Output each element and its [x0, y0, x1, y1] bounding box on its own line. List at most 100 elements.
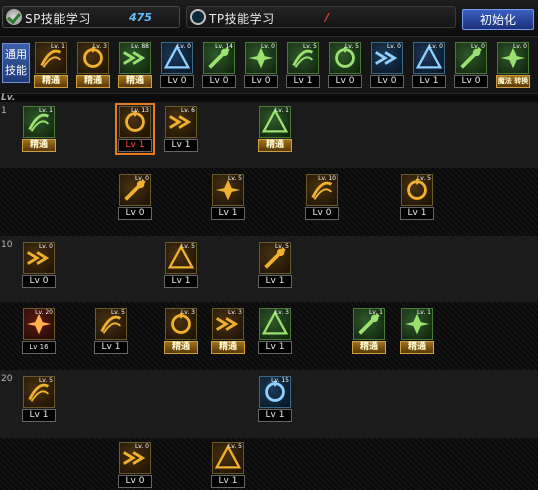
skill-slot-r6-c5[interactable]: Lv. 5 Lv 1 — [211, 442, 245, 488]
common-skills-row: 通用技能 Lv. 1 精通 Lv. 3 精通 Lv. 88 精通 Lv. 0 Lv 0 Lv. … — [0, 36, 538, 94]
skill-icon: Lv. 5 — [259, 242, 291, 274]
skill-slot-r2-c3[interactable]: Lv. 0 Lv 0 — [118, 174, 152, 220]
common-skill-6[interactable]: Lv. 0 Lv 0 — [244, 42, 278, 88]
tp-points-value: / — [325, 11, 330, 24]
skill-slot-r1-c3[interactable]: Lv. 13 Lv 1 — [115, 103, 155, 155]
skill-required-level: Lv. 3 — [92, 43, 107, 50]
skill-slot-r4-c9[interactable]: Lv. 1 精通 — [400, 308, 434, 354]
skill-required-level: Lv. 88 — [131, 43, 149, 50]
tab-sp-label: SP技能学习 — [25, 12, 91, 26]
skill-slot-r1-c4[interactable]: Lv. 6 Lv 1 — [164, 106, 198, 152]
skill-level-label: 精通 — [22, 139, 56, 152]
skill-level-label: Lv 1 — [258, 409, 292, 422]
skill-tier-band-6 — [0, 438, 538, 490]
common-skill-2[interactable]: Lv. 3 精通 — [76, 42, 110, 88]
skill-level-label: 精通 — [400, 341, 434, 354]
skill-slot-r3-c6[interactable]: Lv. 5 Lv 1 — [258, 242, 292, 288]
skill-icon: Lv. 0 — [497, 42, 529, 74]
tab-sp-skills[interactable]: SP技能学习 475 — [2, 6, 180, 28]
skill-slot-r4-c4[interactable]: Lv. 3 精通 — [164, 308, 198, 354]
skill-required-level: Lv. 1 — [368, 309, 383, 316]
common-skill-7[interactable]: Lv. 5 Lv 1 — [286, 42, 320, 88]
skill-required-level: Lv. 0 — [260, 43, 275, 50]
skill-required-level: Lv. 0 — [428, 43, 443, 50]
skill-level-label: Lv 0 — [22, 275, 56, 288]
skill-required-level: Lv. 0 — [38, 243, 53, 250]
skill-slot-r3-c1[interactable]: Lv. 0 Lv 0 — [22, 242, 56, 288]
skill-level-label: Lv 1 — [118, 139, 152, 152]
skill-level-label: 精通 — [164, 341, 198, 354]
skill-required-level: Lv. 0 — [512, 43, 527, 50]
skill-required-level: Lv. 0 — [176, 43, 191, 50]
common-skill-1[interactable]: Lv. 1 精通 — [34, 42, 68, 88]
common-skill-4[interactable]: Lv. 0 Lv 0 — [160, 42, 194, 88]
skill-required-level: Lv. 5 — [180, 243, 195, 250]
common-skill-8[interactable]: Lv. 5 Lv 0 — [328, 42, 362, 88]
skill-icon: Lv. 5 — [329, 42, 361, 74]
skill-slot-r2-c7[interactable]: Lv. 10 Lv 0 — [305, 174, 339, 220]
skill-required-level: Lv. 1 — [416, 309, 431, 316]
skill-icon: Lv. 1 — [353, 308, 385, 340]
skill-slot-r5-c1[interactable]: Lv. 5 Lv 1 — [22, 376, 56, 422]
skill-icon: Lv. 5 — [23, 376, 55, 408]
skill-slot-r4-c1[interactable]: Lv. 20 Lv 16 — [22, 308, 56, 354]
skill-level-label: Lv 0 — [118, 475, 152, 488]
skill-icon: Lv. 5 — [401, 174, 433, 206]
skill-slot-r5-c6[interactable]: Lv. 15 Lv 1 — [258, 376, 292, 422]
skill-required-level: Lv. 5 — [38, 377, 53, 384]
skill-level-label: 精通 — [258, 139, 292, 152]
common-skill-10[interactable]: Lv. 0 Lv 1 — [412, 42, 446, 88]
skill-level-label: Lv 0 — [202, 75, 236, 88]
skill-required-level: Lv. 5 — [344, 43, 359, 50]
common-skill-9[interactable]: Lv. 0 Lv 0 — [370, 42, 404, 88]
skill-slot-r2-c9[interactable]: Lv. 5 Lv 1 — [400, 174, 434, 220]
skill-required-level: Lv. 5 — [274, 243, 289, 250]
skill-icon: Lv. 1 — [259, 106, 291, 138]
skill-level-label: Lv 1 — [412, 75, 446, 88]
skill-level-label: 精通 — [76, 75, 110, 88]
skill-required-level: Lv. 0 — [470, 43, 485, 50]
skill-slot-r6-c3[interactable]: Lv. 0 Lv 0 — [118, 442, 152, 488]
skill-icon: Lv. 88 — [119, 42, 151, 74]
skill-icon: Lv. 6 — [165, 106, 197, 138]
skill-slot-r4-c6[interactable]: Lv. 3 Lv 1 — [258, 308, 292, 354]
skill-icon: Lv. 5 — [212, 442, 244, 474]
checkmark-icon — [6, 9, 22, 25]
common-skill-11[interactable]: Lv. 0 Lv 0 — [454, 42, 488, 88]
tier-level-label: 20 — [1, 374, 13, 384]
tab-tp-label: TP技能学习 — [209, 12, 275, 26]
skill-required-level: Lv. 1 — [38, 107, 53, 114]
skill-required-level: Lv. 15 — [271, 377, 289, 384]
skill-required-level: Lv. 0 — [134, 443, 149, 450]
skill-slot-r1-c1[interactable]: Lv. 1 精通 — [22, 106, 56, 152]
skill-icon: Lv. 0 — [119, 442, 151, 474]
skill-level-label: Lv 1 — [211, 207, 245, 220]
skill-required-level: Lv. 10 — [318, 175, 336, 182]
tp-ring-icon — [190, 9, 206, 25]
skill-slot-r1-c6[interactable]: Lv. 1 精通 — [258, 106, 292, 152]
skill-level-label: Lv 0 — [118, 207, 152, 220]
skill-icon: Lv. 3 — [77, 42, 109, 74]
skill-level-label: 精通 — [34, 75, 68, 88]
skill-icon: Lv. 0 — [371, 42, 403, 74]
skill-icon: Lv. 14 — [203, 42, 235, 74]
skill-slot-r3-c4[interactable]: Lv. 5 Lv 1 — [164, 242, 198, 288]
skill-slot-r2-c5[interactable]: Lv. 5 Lv 1 — [211, 174, 245, 220]
skill-level-label: Lv 1 — [94, 341, 128, 354]
skill-required-level: Lv. 5 — [227, 175, 242, 182]
skill-icon: Lv. 3 — [165, 308, 197, 340]
skill-level-label: Lv 0 — [160, 75, 194, 88]
skill-slot-r4-c5[interactable]: Lv. 3 精通 — [211, 308, 245, 354]
skill-required-level: Lv. 13 — [131, 107, 149, 114]
skill-slot-r4-c2[interactable]: Lv. 5 Lv 1 — [94, 308, 128, 354]
tab-tp-skills[interactable]: TP技能学习 / — [186, 6, 456, 28]
common-skill-5[interactable]: Lv. 14 Lv 0 — [202, 42, 236, 88]
reset-button[interactable]: 初始化 — [462, 9, 534, 30]
skill-icon: Lv. 0 — [23, 242, 55, 274]
common-skill-3[interactable]: Lv. 88 精通 — [118, 42, 152, 88]
skill-tier-band-2 — [0, 168, 538, 236]
common-skill-12[interactable]: Lv. 0 魔法 转换 — [496, 42, 530, 88]
skill-icon: Lv. 1 — [401, 308, 433, 340]
skill-slot-r4-c8[interactable]: Lv. 1 精通 — [352, 308, 386, 354]
skill-required-level: Lv. 6 — [180, 107, 195, 114]
